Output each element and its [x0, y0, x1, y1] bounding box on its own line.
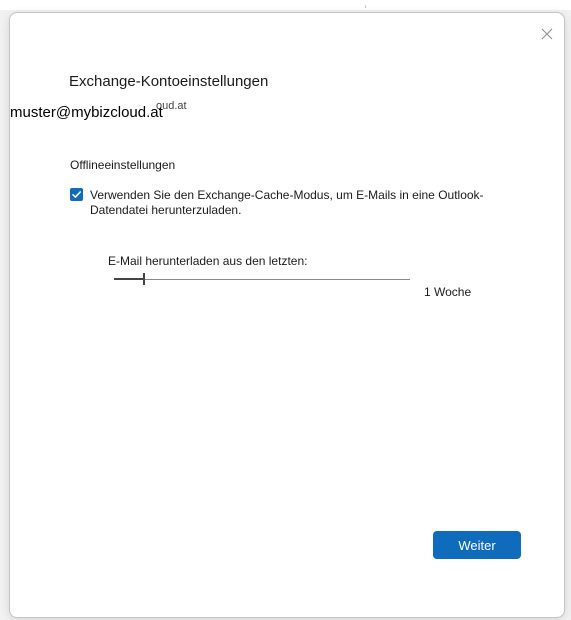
cache-mode-label: Verwenden Sie den Exchange-Cache-Modus, … — [90, 188, 484, 217]
download-period-slider[interactable] — [114, 273, 410, 287]
slider-thumb[interactable] — [143, 273, 145, 285]
slider-fill — [114, 278, 144, 280]
close-button[interactable] — [537, 24, 557, 44]
account-settings-dialog: Exchange-Kontoeinstellungen oud.at Offli… — [9, 12, 565, 618]
backdrop-mark — [365, 5, 366, 8]
download-period-label: E-Mail herunterladen aus den letzten: — [108, 254, 308, 268]
next-button[interactable]: Weiter — [433, 531, 521, 559]
slider-track — [114, 279, 410, 280]
checkmark-icon — [72, 191, 81, 198]
cache-mode-checkbox[interactable] — [70, 188, 83, 201]
account-email: muster@mybizcloud.at — [10, 104, 163, 121]
dialog-title: Exchange-Kontoeinstellungen — [69, 73, 269, 90]
download-period-value: 1 Woche — [424, 285, 472, 299]
offline-settings-heading: Offlineeinstellungen — [70, 158, 176, 172]
close-icon — [541, 28, 553, 40]
